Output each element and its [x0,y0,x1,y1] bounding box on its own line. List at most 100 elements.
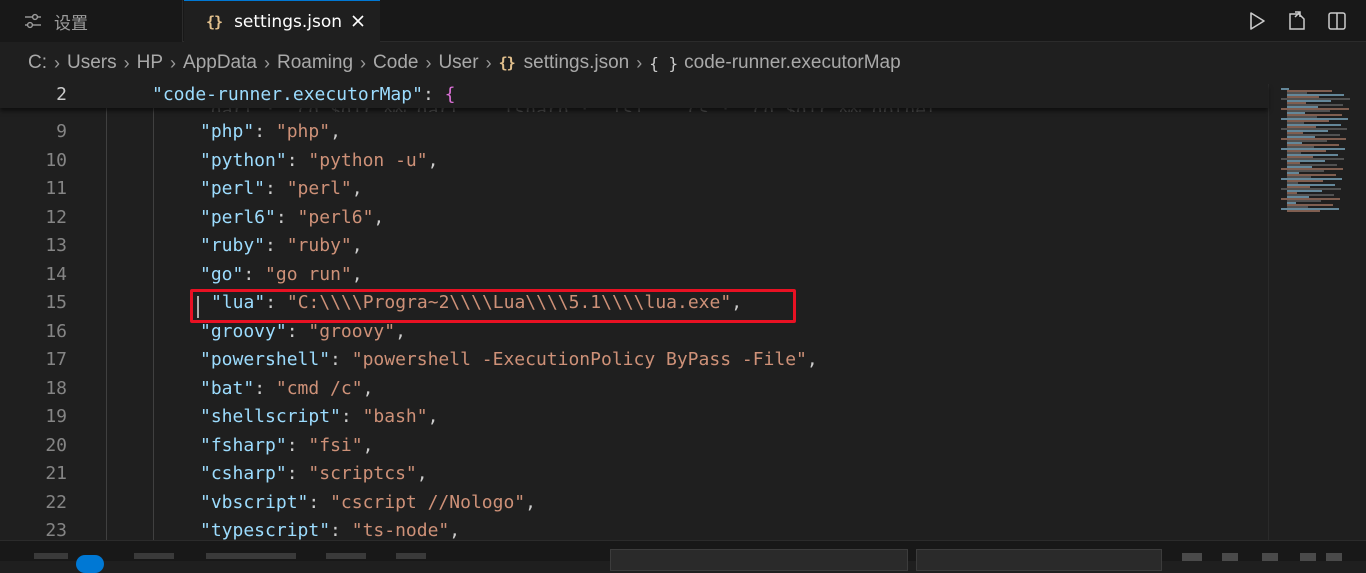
colon: : [340,406,363,427]
code-editor[interactable]: "dart": "cd $dir && dart", "fsharp": "fs… [0,84,1366,540]
lock-icon[interactable] [1222,553,1238,561]
code-line[interactable]: 20 "fsharp": "fsi", [0,432,1268,460]
colon: : [330,520,352,540]
code-text: "csharp": "scriptcs", [200,460,428,488]
json-key: "perl" [200,178,266,199]
code-line[interactable]: 19 "shellscript": "bash", [0,403,1268,431]
editor-tab-bar: 设置 {} settings.json [0,0,1366,42]
clear-icon[interactable] [1182,553,1202,561]
panel-tab[interactable] [396,553,426,559]
breadcrumb-item-file[interactable]: {} settings.json [499,52,630,74]
chevron-right-icon: › [485,52,492,73]
code-line[interactable]: 13 "ruby": "ruby", [0,232,1268,260]
colon: : [422,84,445,105]
line-number: 19 [45,406,67,427]
code-text: "perl6": "perl6", [200,204,384,232]
json-string-value: "python -u" [308,149,428,171]
editor-actions [1244,9,1350,33]
panel-tab[interactable] [326,553,366,559]
panel-tab[interactable] [206,553,296,559]
tab-settings-ui[interactable]: 设置 [0,0,183,42]
code-line[interactable]: 12 "perl6": "perl6", [0,204,1268,232]
breadcrumb-item-users[interactable]: Users [67,52,117,74]
more-icon[interactable] [1262,553,1278,561]
minimap[interactable] [1268,84,1366,540]
json-string-value: "powershell -ExecutionPolicy ByPass -Fil… [351,349,807,370]
json-string-value: "fsi" [308,434,363,456]
split-editor-icon[interactable] [1324,9,1350,33]
annotation-highlight-box [190,289,796,323]
colon: : [265,178,287,199]
json-string-value: "scriptcs" [308,463,417,484]
colon: : [286,463,309,484]
colon: : [254,377,276,399]
comma: , [351,263,363,285]
json-key: "ruby" [200,235,266,256]
tab-settings-json[interactable]: {} settings.json [184,0,380,42]
json-string-value: "php" [275,121,331,142]
sticky-scroll-header[interactable]: 2 "code-runner.executorMap": { [0,84,1268,108]
colon: : [275,206,298,228]
code-line[interactable]: 21 "csharp": "scriptcs", [0,460,1268,488]
output-channel-select[interactable] [916,549,1162,571]
code-line[interactable]: 9 "php": "php", [0,118,1268,146]
code-line[interactable]: 22 "vbscript": "cscript //Nologo", [0,489,1268,517]
code-line[interactable]: 10 "python": "python -u", [0,147,1268,175]
json-string-value: "ts-node" [351,520,450,540]
code-text: "php": "php", [200,118,341,146]
open-settings-json-icon[interactable] [1284,9,1310,33]
json-key: "powershell" [200,349,331,370]
json-braces-icon: {} [498,54,516,72]
chevron-right-icon: › [123,52,130,73]
breadcrumb-item-appdata[interactable]: AppData [183,52,257,74]
close-panel-icon[interactable] [1326,553,1342,561]
line-number: 13 [45,235,67,256]
colon: : [286,434,309,456]
breadcrumb-item-roaming[interactable]: Roaming [277,52,353,74]
line-number: 23 [45,520,67,540]
breadcrumb-item-code[interactable]: Code [373,52,418,74]
breadcrumb-item-drive[interactable]: C: [28,52,47,74]
chevron-right-icon: › [360,52,367,73]
line-number: 2 [56,84,67,105]
maximize-icon[interactable] [1300,553,1316,561]
code-line[interactable]: 23 "typescript": "ts-node", [0,517,1268,540]
close-icon[interactable] [348,11,368,31]
panel-tab[interactable] [34,553,68,559]
line-number: 16 [45,320,67,342]
code-line[interactable]: 14 "go": "go run", [0,261,1268,289]
breadcrumb-file-label: settings.json [523,52,630,73]
comma: , [449,520,461,540]
code-text: "powershell": "powershell -ExecutionPoli… [200,346,818,374]
code-text: "fsharp": "fsi", [200,432,373,460]
code-text: "shellscript": "bash", [200,403,438,431]
colon: : [308,491,331,513]
code-line[interactable]: 11 "perl": "perl", [0,175,1268,203]
json-key: "go" [200,263,244,285]
code-text: "python": "python -u", [200,147,438,175]
line-number: 14 [45,263,67,285]
comma: , [806,349,818,370]
code-line[interactable]: 18 "bat": "cmd /c", [0,375,1268,403]
chevron-right-icon: › [263,52,270,73]
json-key: "php" [200,121,255,142]
colon: : [243,263,266,285]
breadcrumb-item-symbol[interactable]: { } code-runner.executorMap [649,52,900,74]
line-number: 20 [45,434,67,456]
filter-input[interactable] [610,549,908,571]
breadcrumb: C: › Users › HP › AppData › Roaming › Co… [0,42,1366,84]
sticky-code: "code-runner.executorMap": { [152,84,455,106]
open-brace: { [444,84,456,105]
json-key: "code-runner.executorMap" [152,84,423,105]
code-line[interactable]: 17 "powershell": "powershell -ExecutionPo… [0,346,1268,374]
json-braces-icon: {} [206,12,223,31]
code-text: "go": "go run", [200,261,363,289]
comma: , [362,434,374,456]
breadcrumb-item-hp[interactable]: HP [137,52,163,74]
comma: , [416,463,428,484]
run-icon[interactable] [1244,9,1270,33]
panel-tab[interactable] [134,553,174,559]
colon: : [286,320,309,342]
breadcrumb-item-user[interactable]: User [438,52,478,74]
status-badge [76,555,104,573]
